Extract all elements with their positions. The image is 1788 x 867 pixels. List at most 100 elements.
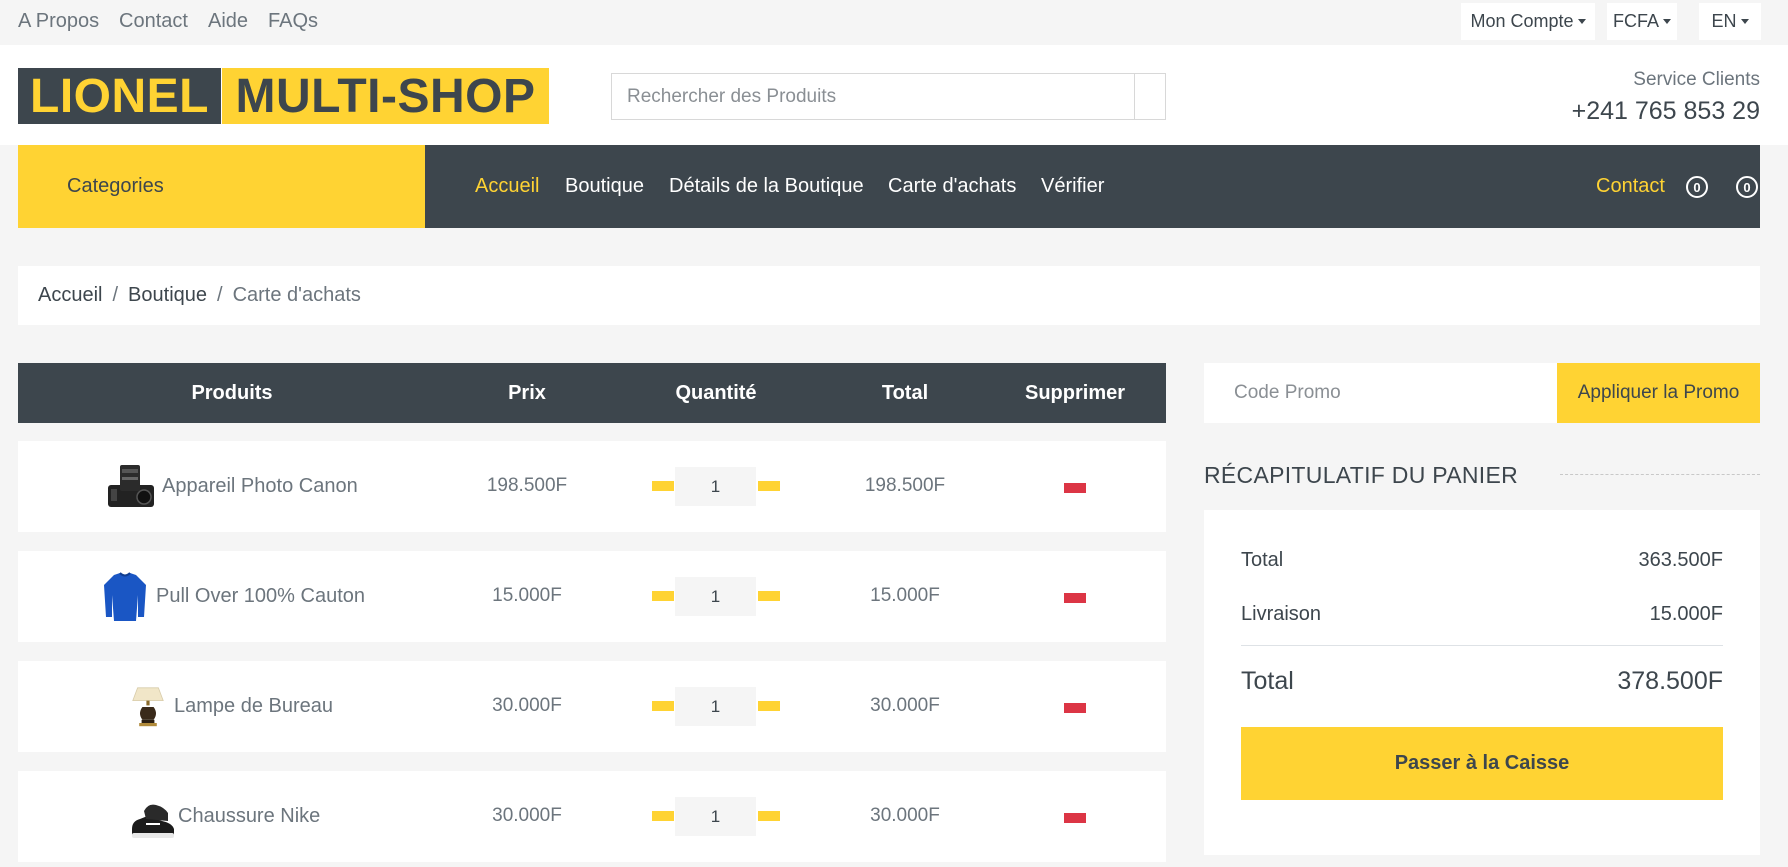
breadcrumb-separator: /	[112, 284, 119, 306]
categories-button[interactable]: Categories	[18, 145, 425, 228]
nav-contact[interactable]: Contact	[1596, 175, 1665, 198]
quantity-input[interactable]: 1	[675, 577, 756, 616]
product-price: 15.000F	[492, 585, 562, 606]
remove-button[interactable]	[1064, 813, 1086, 823]
camera-icon	[108, 464, 154, 507]
nav-cart[interactable]: Carte d'achats	[888, 175, 1016, 198]
cart-badge[interactable]: 0	[1736, 176, 1758, 198]
nav-checkout[interactable]: Vérifier	[1041, 175, 1104, 198]
product-name: Lampe de Bureau	[174, 695, 334, 717]
currency-label: FCFA	[1612, 11, 1659, 31]
logo-part1[interactable]: LIONEL	[18, 68, 221, 124]
title-divider	[1560, 474, 1760, 475]
breadcrumb: Accueil / Boutique / Carte d'achats	[18, 266, 1760, 325]
language-dropdown[interactable]: EN	[1699, 3, 1761, 40]
wishlist-badge[interactable]: 0	[1686, 176, 1708, 198]
product-price: 30.000F	[492, 695, 562, 716]
product-total: 30.000F	[870, 805, 940, 826]
product-cell[interactable]: Chaussure Nike	[128, 771, 320, 862]
promo-code-input[interactable]	[1204, 363, 1556, 423]
search-button[interactable]	[1134, 73, 1166, 120]
product-price: 30.000F	[492, 805, 562, 826]
minus-button[interactable]	[652, 811, 674, 821]
product-name: Chaussure Nike	[178, 805, 321, 827]
total-row: Total 378.500F	[1241, 667, 1723, 696]
product-cell[interactable]: Pull Over 100% Cauton	[100, 551, 365, 642]
nav-home[interactable]: Accueil	[475, 175, 539, 198]
header-remove: Supprimer	[1024, 382, 1126, 404]
product-name: Pull Over 100% Cauton	[156, 585, 366, 607]
quantity-stepper: 1	[652, 687, 780, 726]
nav-shop[interactable]: Boutique	[565, 175, 644, 198]
contact-top-link[interactable]: Contact	[119, 10, 188, 33]
header-price: Prix	[508, 382, 546, 404]
header-quantity: Quantité	[675, 382, 757, 404]
sweater-icon	[104, 571, 146, 621]
cart-summary: Total 363.500F Livraison 15.000F Total 3…	[1204, 510, 1760, 855]
subtotal-label: Total	[1241, 549, 1284, 571]
faqs-link[interactable]: FAQs	[268, 10, 318, 33]
chevron-down-icon	[1663, 19, 1671, 24]
header-products: Produits	[191, 382, 273, 404]
main-navbar: Categories Accueil Boutique Détails de l…	[0, 145, 1788, 228]
cart-summary-title: RÉCAPITULATIF DU PANIER	[1204, 462, 1519, 488]
plus-button[interactable]	[758, 591, 780, 601]
plus-button[interactable]	[758, 701, 780, 711]
quantity-input[interactable]: 1	[675, 687, 756, 726]
site-header: LIONEL MULTI-SHOP Service Clients +241 7…	[0, 45, 1788, 145]
search-input[interactable]	[612, 74, 1135, 119]
language-label: EN	[1711, 11, 1737, 31]
shipping-row: Livraison 15.000F	[1241, 603, 1723, 626]
account-dropdown[interactable]: Mon Compte	[1461, 3, 1595, 40]
quantity-stepper: 1	[652, 577, 780, 616]
remove-button[interactable]	[1064, 703, 1086, 713]
cart-table-header: Produits Prix Quantité Total Supprimer	[18, 363, 1166, 423]
minus-button[interactable]	[652, 481, 674, 491]
breadcrumb-current: Carte d'achats	[232, 284, 361, 306]
product-total: 30.000F	[870, 695, 940, 716]
product-cell[interactable]: Lampe de Bureau	[128, 661, 333, 752]
total-value: 378.500F	[1617, 667, 1723, 695]
shipping-value: 15.000F	[1649, 603, 1723, 625]
quantity-stepper: 1	[652, 797, 780, 836]
subtotal-row: Total 363.500F	[1241, 549, 1723, 572]
nav-shop-details[interactable]: Détails de la Boutique	[669, 175, 864, 198]
quantity-stepper: 1	[652, 467, 780, 506]
product-price: 198.500F	[486, 475, 568, 496]
about-link[interactable]: A Propos	[18, 10, 99, 33]
minus-button[interactable]	[652, 591, 674, 601]
plus-button[interactable]	[758, 481, 780, 491]
quantity-input[interactable]: 1	[675, 797, 756, 836]
product-cell[interactable]: Appareil Photo Canon	[106, 441, 358, 532]
customer-service-phone: +241 765 853 29	[1571, 97, 1760, 125]
header-total: Total	[881, 382, 929, 404]
breadcrumb-shop[interactable]: Boutique	[128, 284, 207, 307]
apply-promo-button[interactable]: Appliquer la Promo	[1557, 363, 1760, 423]
remove-button[interactable]	[1064, 483, 1086, 493]
table-row: Pull Over 100% Cauton 15.000F 1 15.000F	[18, 551, 1166, 642]
categories-label: Categories	[67, 175, 164, 197]
account-label: Mon Compte	[1470, 11, 1574, 31]
product-total: 15.000F	[870, 585, 940, 606]
plus-button[interactable]	[758, 811, 780, 821]
remove-button[interactable]	[1064, 593, 1086, 603]
breadcrumb-home[interactable]: Accueil	[38, 284, 102, 307]
logo-part2[interactable]: MULTI-SHOP	[222, 68, 549, 124]
total-label: Total	[1241, 667, 1294, 695]
search-box	[611, 73, 1136, 120]
lamp-icon	[132, 686, 164, 726]
shoe-icon	[132, 804, 174, 838]
quantity-input[interactable]: 1	[675, 467, 756, 506]
table-row: Lampe de Bureau 30.000F 1 30.000F	[18, 661, 1166, 752]
product-name: Appareil Photo Canon	[162, 475, 358, 497]
table-row: Appareil Photo Canon 198.500F 1 198.500F	[18, 441, 1166, 532]
minus-button[interactable]	[652, 701, 674, 711]
chevron-down-icon	[1740, 19, 1749, 24]
chevron-down-icon	[1577, 19, 1586, 24]
help-link[interactable]: Aide	[208, 10, 248, 33]
subtotal-value: 363.500F	[1638, 549, 1723, 571]
checkout-button[interactable]: Passer à la Caisse	[1241, 727, 1723, 800]
currency-dropdown[interactable]: FCFA	[1607, 3, 1677, 40]
table-row: Chaussure Nike 30.000F 1 30.000F	[18, 771, 1166, 862]
top-bar: A Propos Contact Aide FAQs Mon Compte FC…	[0, 0, 1788, 45]
